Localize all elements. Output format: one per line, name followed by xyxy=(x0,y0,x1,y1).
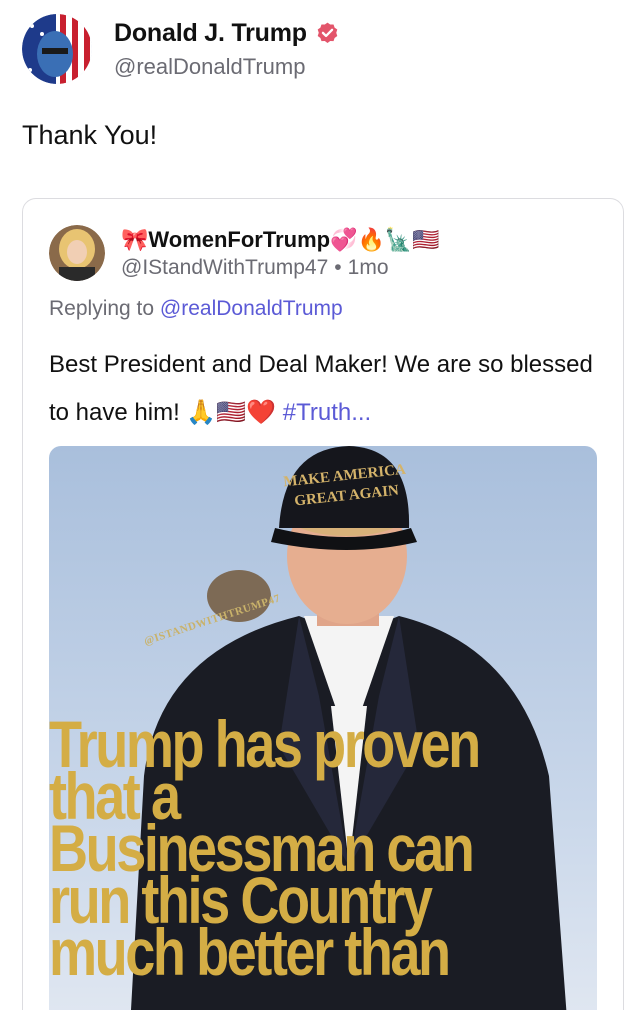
verified-badge-icon xyxy=(317,22,338,43)
quote-image[interactable]: MAKE AMERICA GREAT AGAIN @ISTANDWITHTRUM… xyxy=(49,446,597,1010)
author-avatar[interactable] xyxy=(22,14,92,84)
hashtag-link[interactable]: #Truth... xyxy=(283,399,371,426)
quote-timestamp[interactable]: 1mo xyxy=(348,256,389,279)
author-block: Donald J. Trump @realDonaldTrump xyxy=(114,19,340,80)
author-name[interactable]: Donald J. Trump xyxy=(114,19,307,48)
overlay-line: much better than xyxy=(49,915,451,989)
time-separator: • xyxy=(334,256,342,279)
image-overlay-text: Trump has proven that a Businessman can … xyxy=(49,711,498,989)
quote-author-name[interactable]: 🎀WomenForTrump💞🔥🗽🇺🇸 xyxy=(121,227,440,253)
replying-to-line: Replying to @realDonaldTrump xyxy=(49,297,343,321)
quote-name-row: 🎀WomenForTrump💞🔥🗽🇺🇸 xyxy=(121,226,440,254)
replying-mention-link[interactable]: @realDonaldTrump xyxy=(160,297,343,320)
quote-body: Best President and Deal Maker! We are so… xyxy=(49,341,609,437)
quote-author-avatar[interactable] xyxy=(49,225,105,281)
post-text: Thank You! xyxy=(22,120,158,150)
quote-author-handle[interactable]: @IStandWithTrump47 xyxy=(121,256,328,279)
author-handle[interactable]: @realDonaldTrump xyxy=(114,54,340,80)
post-header: Donald J. Trump @realDonaldTrump xyxy=(22,14,340,84)
quoted-post-card[interactable]: 🎀WomenForTrump💞🔥🗽🇺🇸 @IStandWithTrump47 • 1… xyxy=(22,198,624,1010)
replying-prefix: Replying to xyxy=(49,297,155,320)
quote-header: 🎀WomenForTrump💞🔥🗽🇺🇸 @IStandWithTrump47 • 1… xyxy=(49,225,440,281)
author-name-row: Donald J. Trump xyxy=(114,19,340,48)
quote-author-block: 🎀WomenForTrump💞🔥🗽🇺🇸 @IStandWithTrump47 • 1… xyxy=(121,226,440,280)
quote-handle-row: @IStandWithTrump47 • 1mo xyxy=(121,256,440,280)
